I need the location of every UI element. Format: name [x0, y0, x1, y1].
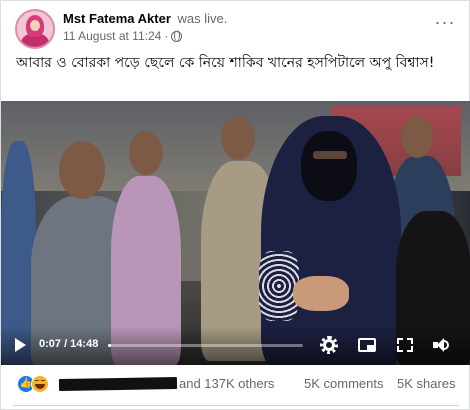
video-frame-figure-head: [401, 116, 433, 158]
video-controls: 0:07 / 14:48: [1, 326, 470, 365]
video-frame-figure-head: [221, 116, 255, 160]
picture-in-picture-icon[interactable]: [357, 336, 377, 354]
video-frame-figure-head: [129, 131, 163, 175]
globe-icon[interactable]: [171, 30, 183, 42]
author-name[interactable]: Mst Fatema Akter: [63, 11, 171, 26]
post-timestamp[interactable]: 11 August at 11:24: [63, 29, 161, 43]
author-line: Mst Fatema Akter was live.: [63, 11, 227, 26]
facebook-post: Mst Fatema Akter was live. 11 August at …: [0, 0, 470, 410]
post-header: Mst Fatema Akter was live. 11 August at …: [11, 7, 461, 51]
live-status: was live.: [177, 11, 228, 26]
video-frame-niqab: [301, 131, 357, 201]
fullscreen-icon[interactable]: [395, 336, 415, 354]
reactions-count[interactable]: and 137K others: [179, 376, 274, 391]
play-icon[interactable]: [15, 338, 26, 352]
video-frame-eyes: [313, 151, 347, 159]
engagement-bar: 👍 and 137K others 5K comments 5K shares: [1, 367, 470, 401]
meta-separator: ·: [164, 29, 169, 43]
video-progress-bar[interactable]: [108, 344, 303, 347]
footer-divider: [13, 405, 459, 406]
redacted-name: [58, 376, 178, 392]
video-player[interactable]: 0:07 / 14:48: [1, 101, 470, 365]
comments-count[interactable]: 5K comments: [304, 376, 383, 391]
volume-icon[interactable]: [431, 336, 451, 354]
video-frame-figure-head: [59, 141, 105, 199]
shares-count[interactable]: 5K shares: [397, 376, 456, 391]
video-progress-fill: [108, 344, 111, 347]
post-meta: 11 August at 11:24 ·: [63, 29, 183, 43]
more-options-button[interactable]: ···: [433, 13, 457, 37]
haha-reaction-icon: [31, 375, 49, 393]
reaction-icons[interactable]: 👍: [17, 375, 57, 393]
post-caption: আবার ও বোরকা পড়ে ছেলে কে নিয়ে শাকিব খা…: [16, 55, 435, 71]
settings-gear-icon[interactable]: [319, 336, 339, 354]
video-frame-hands: [293, 276, 349, 311]
author-avatar[interactable]: [15, 9, 55, 49]
video-time: 0:07 / 14:48: [39, 338, 99, 350]
